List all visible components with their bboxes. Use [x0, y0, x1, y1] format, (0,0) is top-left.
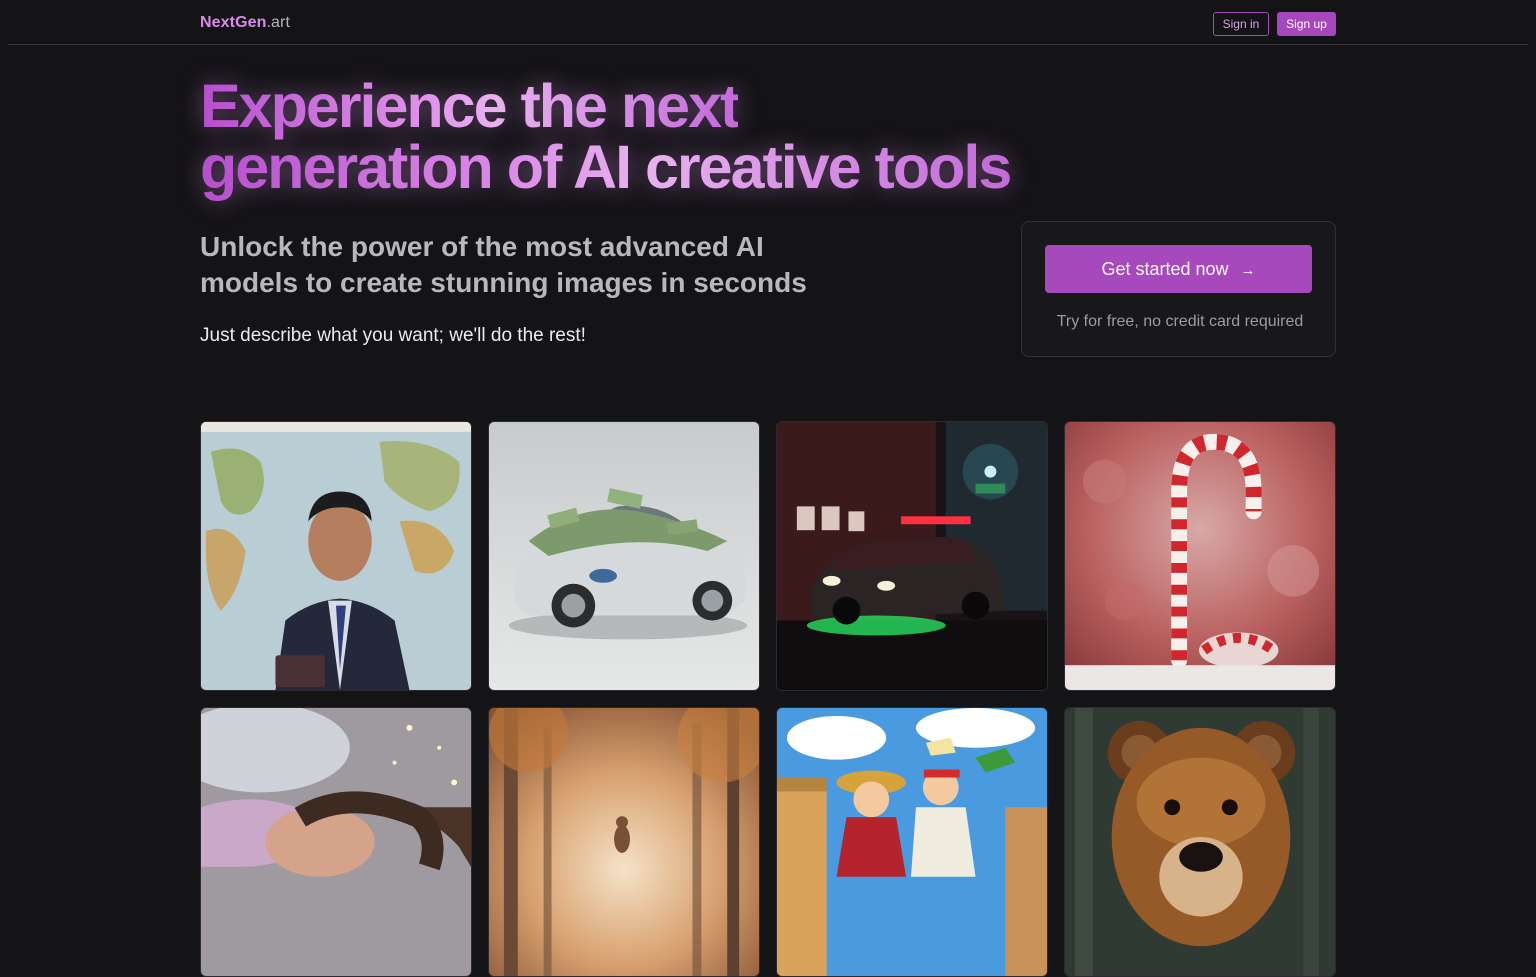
brown-bear-illustration-image[interactable] — [1064, 707, 1336, 977]
image-gallery — [200, 421, 1336, 977]
hero-headline: Experience the next generation of AI cre… — [200, 76, 1140, 198]
brand-name: NextGen — [200, 14, 267, 31]
hero-subheading: Unlock the power of the most advanced AI… — [200, 231, 807, 298]
top-nav-bar: NextGen.art Sign in Sign up — [8, 0, 1528, 45]
get-started-label: Get started now — [1101, 259, 1229, 279]
get-started-button[interactable]: Get started now → — [1045, 245, 1312, 293]
candy-cane-image[interactable] — [1064, 421, 1336, 691]
businessman-world-map-image[interactable] — [200, 421, 472, 691]
anime-pirates-image[interactable] — [776, 707, 1048, 977]
sign-in-button[interactable]: Sign in — [1213, 12, 1269, 36]
hero-tagline: Just describe what you want; we'll do th… — [200, 325, 586, 346]
cta-card: Get started now → Try for free, no credit… — [1021, 221, 1336, 357]
brand-logo[interactable]: NextGen.art — [200, 14, 290, 32]
autumn-forest-path-image[interactable] — [488, 707, 760, 977]
brand-suffix: .art — [266, 14, 291, 31]
money-covered-car-image[interactable] — [488, 421, 760, 691]
police-car-alley-image[interactable] — [776, 421, 1048, 691]
arrow-right-icon: → — [1240, 262, 1256, 279]
headline-line-2: generation of AI creative tools — [200, 133, 1012, 201]
sign-up-button[interactable]: Sign up — [1277, 12, 1336, 36]
headline-line-1: Experience the next — [200, 72, 740, 140]
cta-note: Try for free, no credit card required — [1056, 313, 1304, 330]
sleeping-girl-image[interactable] — [200, 707, 472, 977]
